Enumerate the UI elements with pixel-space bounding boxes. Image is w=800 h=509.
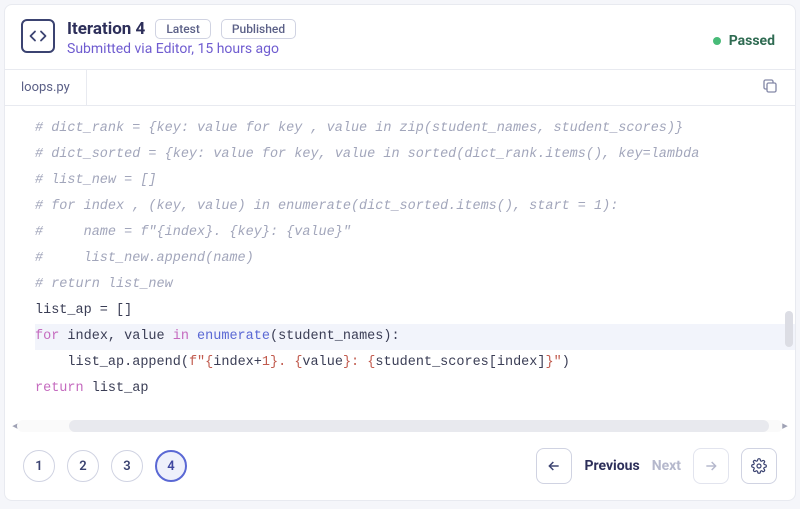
code-line: # list_new = [] — [35, 168, 795, 194]
code-line: # name = f"{index}. {key}: {value}" — [35, 220, 795, 246]
page-button-2[interactable]: 2 — [67, 450, 99, 482]
vertical-scrollbar-thumb[interactable] — [785, 311, 793, 347]
code-line: # return list_new — [35, 272, 795, 298]
horizontal-scrollbar[interactable] — [17, 420, 783, 432]
code-icon — [21, 19, 55, 53]
status: Passed — [713, 33, 775, 49]
next-label: Next — [652, 458, 681, 474]
page-button-4[interactable]: 4 — [155, 450, 187, 482]
status-dot-icon — [713, 37, 721, 45]
nav-controls: Previous Next — [536, 448, 777, 484]
next-button[interactable] — [693, 448, 729, 484]
code-line: # dict_rank = {key: value for key , valu… — [35, 116, 795, 142]
tabbar: loops.py — [5, 70, 795, 106]
status-label: Passed — [729, 33, 775, 49]
code-line: # list_new.append(name) — [35, 246, 795, 272]
code-line: for index, value in enumerate(student_na… — [35, 324, 795, 350]
badge-latest: Latest — [155, 19, 211, 39]
footer: 1234 Previous Next — [5, 434, 795, 500]
page-button-3[interactable]: 3 — [111, 450, 143, 482]
code-line: return list_ap — [35, 376, 795, 402]
title-row: Iteration 4 Latest Published — [67, 19, 296, 39]
header-titles: Iteration 4 Latest Published Submitted v… — [67, 19, 296, 57]
iteration-card: Iteration 4 Latest Published Submitted v… — [4, 4, 796, 501]
horizontal-scrollbar-thumb[interactable] — [69, 420, 769, 432]
previous-label: Previous — [584, 458, 639, 474]
settings-button[interactable] — [741, 448, 777, 484]
badge-published: Published — [221, 19, 296, 39]
code-viewport[interactable]: # dict_rank = {key: value for key , valu… — [5, 106, 795, 420]
file-tab[interactable]: loops.py — [5, 70, 87, 105]
code-line: list_ap = [] — [35, 298, 795, 324]
header-left: Iteration 4 Latest Published Submitted v… — [21, 19, 296, 57]
copy-icon[interactable] — [761, 77, 779, 99]
code-line: list_ap.append(f"{index+1}. {value}: {st… — [35, 350, 795, 376]
code-line: # dict_sorted = {key: value for key, val… — [35, 142, 795, 168]
iteration-title: Iteration 4 — [67, 19, 145, 39]
code-line: # for index , (key, value) in enumerate(… — [35, 194, 795, 220]
submission-subtitle: Submitted via Editor, 15 hours ago — [67, 41, 296, 57]
pagination: 1234 — [23, 450, 187, 482]
previous-button[interactable] — [536, 448, 572, 484]
hscroll-right-icon[interactable]: ▸ — [779, 420, 791, 432]
page-button-1[interactable]: 1 — [23, 450, 55, 482]
card-header: Iteration 4 Latest Published Submitted v… — [5, 5, 795, 70]
